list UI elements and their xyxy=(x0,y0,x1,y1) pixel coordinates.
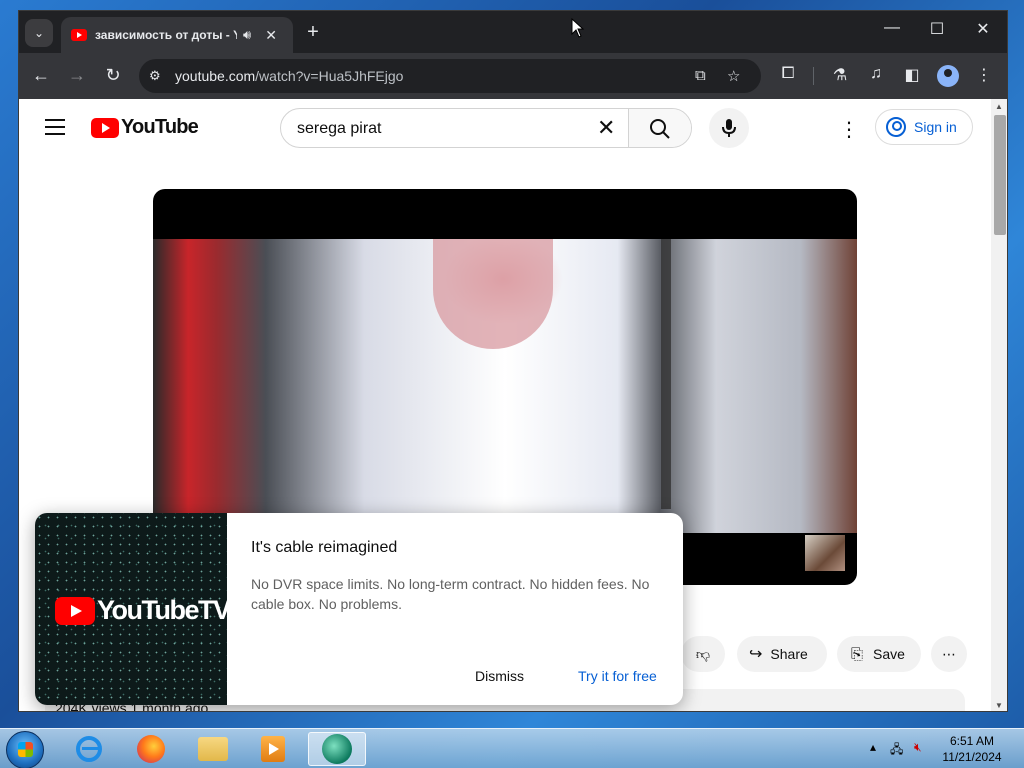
search-input[interactable]: serega pirat xyxy=(297,120,382,138)
taskbar-media-player[interactable] xyxy=(248,732,298,766)
sign-in-button[interactable]: Sign in xyxy=(875,109,973,145)
speaker-icon[interactable]: 🔊︎ xyxy=(243,27,251,43)
volume-muted-icon[interactable]: 🔇︎ xyxy=(914,740,922,755)
url-text: youtube.com/watch?v=Hua5JhFEjgo xyxy=(175,68,403,84)
youtube-favicon-icon xyxy=(71,29,87,41)
windows-taskbar: ▴ 🖧︎ 🔇︎ 6:51 AM 11/21/2024 xyxy=(0,728,1024,768)
search-icon xyxy=(650,119,670,139)
browser-window: ⌄ зависимость от доты - YouTube 🔊︎ ✕ + —… xyxy=(18,10,1008,712)
url-host: youtube.com xyxy=(175,68,256,84)
app-icon xyxy=(322,734,352,764)
close-tab-icon[interactable]: ✕ xyxy=(265,27,277,44)
chevron-down-icon: ⌄ xyxy=(33,26,45,40)
browser-menu-icon[interactable]: ⋮ xyxy=(973,65,995,85)
profile-avatar-icon[interactable] xyxy=(937,65,959,87)
sign-in-label: Sign in xyxy=(914,119,957,135)
internet-explorer-icon xyxy=(76,736,102,762)
promo-body: No DVR space limits. No long-term contra… xyxy=(251,576,650,612)
clock-time: 6:51 AM xyxy=(949,734,995,748)
system-clock[interactable]: 6:51 AM 11/21/2024 xyxy=(936,733,1008,765)
settings-more-icon[interactable]: ⋮ xyxy=(839,117,859,142)
video-frame-detail xyxy=(433,239,553,349)
labs-flask-icon[interactable]: ⚗ xyxy=(829,65,851,85)
youtube-tv-wordmark: YouTubeTV xyxy=(97,595,231,625)
network-icon[interactable]: 🖧︎ xyxy=(890,740,903,761)
forward-arrow-icon[interactable]: → xyxy=(65,65,89,85)
close-window-button[interactable]: ✕ xyxy=(968,19,998,39)
clear-search-icon[interactable]: ✕ xyxy=(597,115,615,141)
media-controls-icon[interactable]: ♫ xyxy=(865,65,887,83)
account-icon xyxy=(886,117,906,137)
url-path: /watch?v=Hua5JhFEjgo xyxy=(255,68,404,84)
taskbar-firefox[interactable] xyxy=(126,732,176,766)
tab-title: зависимость от доты - YouTube xyxy=(95,28,237,42)
video-frame-detail xyxy=(661,239,671,509)
folder-icon xyxy=(198,737,228,761)
try-free-button[interactable]: Try it for free xyxy=(578,668,657,684)
tab-youtube[interactable]: зависимость от доты - YouTube 🔊︎ ✕ xyxy=(61,17,293,53)
extensions-icon[interactable]: ⧠ xyxy=(777,65,799,83)
scrollbar-thumb[interactable] xyxy=(994,115,1006,235)
scroll-down-icon[interactable]: ▼ xyxy=(995,701,1003,710)
youtube-tv-logo: YouTubeTV xyxy=(55,595,231,626)
save-label: Save xyxy=(873,646,905,662)
save-button[interactable]: ⎘ Save xyxy=(837,636,921,672)
share-label: Share xyxy=(770,646,808,662)
mouse-cursor-icon xyxy=(571,18,585,38)
bookmark-icon: ⎘ xyxy=(851,645,864,663)
scroll-up-icon[interactable]: ▲ xyxy=(995,102,1003,111)
more-horizontal-icon: ⋯ xyxy=(942,645,956,662)
youtube-page: YouTube serega pirat ✕ ⋮ Sign in 👎︎ ↪ Sh… xyxy=(19,99,991,711)
minimize-button[interactable]: — xyxy=(877,19,907,37)
site-info-icon[interactable]: ⚙ xyxy=(149,68,161,84)
reload-icon[interactable]: ↻ xyxy=(101,65,125,85)
youtube-wordmark: YouTube xyxy=(121,116,199,138)
show-hidden-icons-arrow[interactable]: ▴ xyxy=(870,740,876,754)
microphone-icon xyxy=(722,119,736,137)
search-box: serega pirat ✕ xyxy=(280,108,692,148)
firefox-icon xyxy=(137,735,165,763)
address-bar[interactable]: ⚙ youtube.com/watch?v=Hua5JhFEjgo ⧉ ☆ xyxy=(139,59,761,93)
youtube-play-icon xyxy=(91,117,119,138)
thumbs-down-icon: 👎︎ xyxy=(695,645,711,662)
voice-search-button[interactable] xyxy=(709,108,749,148)
toolbar-divider xyxy=(813,67,814,85)
promo-artwork: YouTubeTV xyxy=(35,513,231,705)
clock-date: 11/21/2024 xyxy=(942,750,1002,764)
side-panel-icon[interactable]: ◧ xyxy=(901,65,923,85)
maximize-button[interactable]: ☐ xyxy=(922,19,952,39)
page-scrollbar[interactable]: ▲ ▼ xyxy=(991,99,1007,711)
more-actions-button[interactable]: ⋯ xyxy=(931,636,967,672)
media-player-icon xyxy=(261,736,285,762)
tab-strip: ⌄ зависимость от доты - YouTube 🔊︎ ✕ + —… xyxy=(19,11,1007,53)
youtube-play-icon xyxy=(55,596,95,625)
youtube-tv-promo-dialog: YouTubeTV It's cable reimagined No DVR s… xyxy=(35,513,683,705)
taskbar-internet-explorer[interactable] xyxy=(64,732,114,766)
bookmark-star-icon[interactable]: ☆ xyxy=(727,67,740,85)
channel-watermark[interactable] xyxy=(805,535,845,571)
start-button[interactable] xyxy=(6,731,44,768)
taskbar-active-app[interactable] xyxy=(308,732,366,766)
guide-menu-icon[interactable] xyxy=(45,119,65,140)
plus-icon: + xyxy=(307,21,319,43)
video-frame xyxy=(153,239,857,533)
install-app-icon[interactable]: ⧉ xyxy=(695,67,706,84)
share-arrow-icon: ↪ xyxy=(749,646,763,663)
search-button[interactable] xyxy=(628,109,691,147)
tab-search-button[interactable]: ⌄ xyxy=(25,19,53,47)
promo-headline: It's cable reimagined xyxy=(251,539,398,556)
dislike-button[interactable]: 👎︎ xyxy=(681,636,725,672)
browser-toolbar: ← → ↻ ⚙ youtube.com/watch?v=Hua5JhFEjgo … xyxy=(19,53,1007,99)
back-arrow-icon[interactable]: ← xyxy=(29,65,53,85)
youtube-logo[interactable]: YouTube xyxy=(91,116,199,139)
new-tab-button[interactable]: + xyxy=(301,21,325,44)
dismiss-button[interactable]: Dismiss xyxy=(475,668,524,684)
share-button[interactable]: ↪ Share xyxy=(737,636,827,672)
taskbar-file-explorer[interactable] xyxy=(188,732,238,766)
